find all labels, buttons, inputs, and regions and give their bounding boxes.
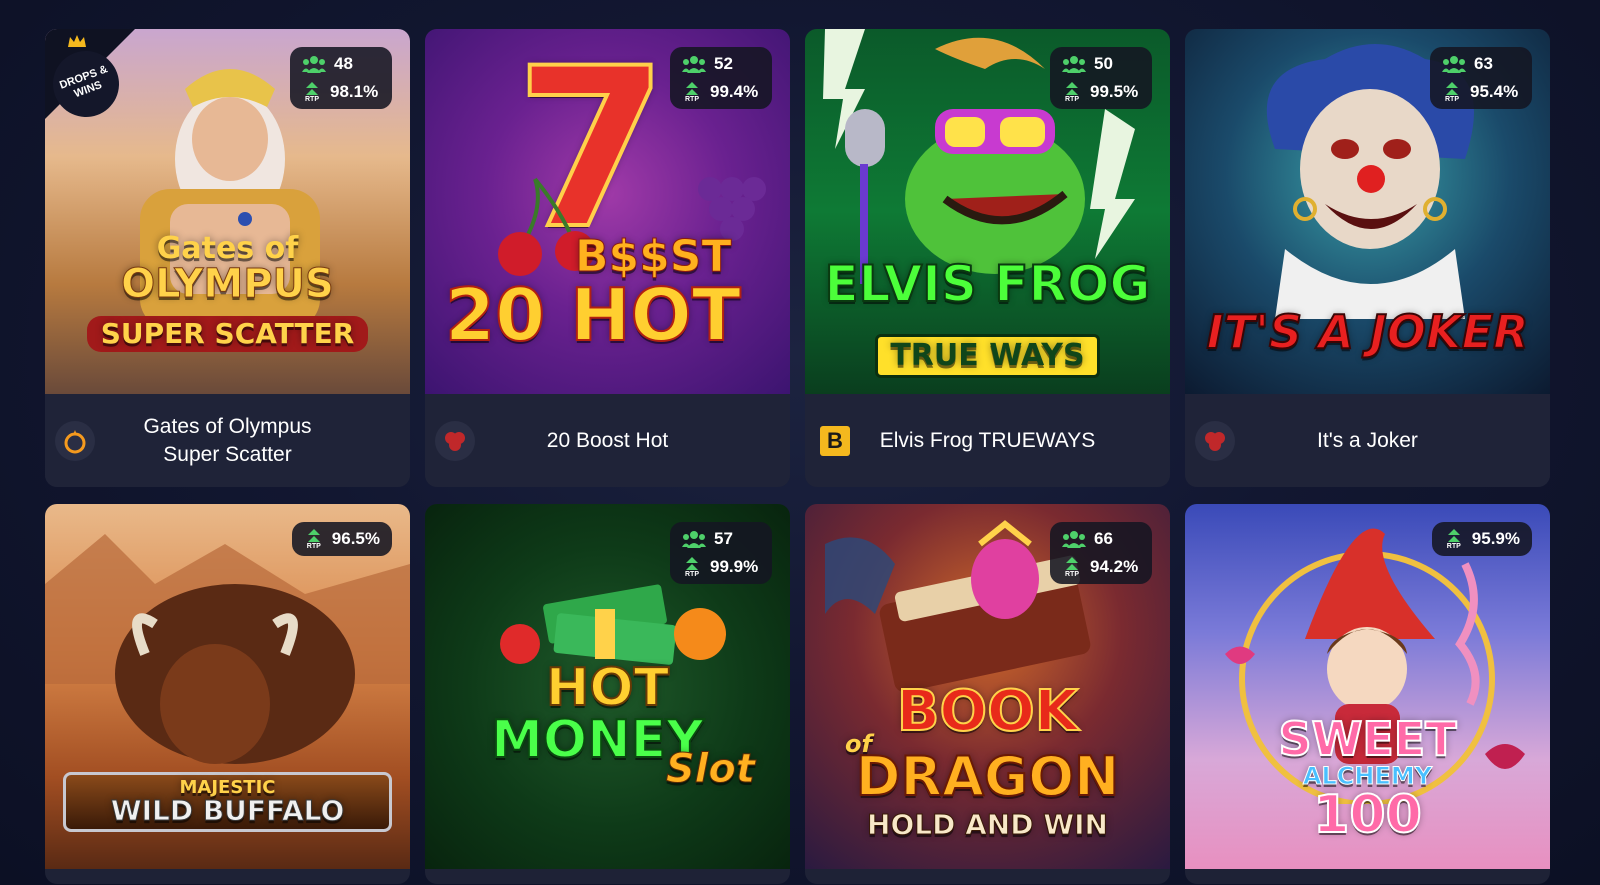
art-title-line: Slot [665,746,755,792]
art-title-line: HOLD AND WIN [867,808,1109,841]
rtp-value: 94.2% [1090,557,1139,576]
rtp-arrow-icon: RTP [1062,81,1082,103]
rtp-value: 99.4% [710,82,759,101]
players-icon [1062,56,1086,73]
game-card-20-boost-hot[interactable]: 7 B$$ST 20 HOT 52 RTP 99.4% 20 Boost Hot [425,29,790,487]
game-card-footer: Gates of Olympus Super Scatter [45,394,410,487]
game-card-majestic-wild-buffalo[interactable]: MAJESTIC WILD BUFFALO RTP 96.5% [45,504,410,884]
game-stats: 66 RTP 94.2% [1050,522,1152,584]
game-title[interactable]: Elvis Frog TRUEWAYS [805,427,1170,455]
game-thumbnail[interactable]: BOOK of DRAGON HOLD AND WIN 66 RTP 94.2% [805,504,1170,869]
art-title-line: HOT [545,658,670,718]
players-icon [1062,531,1086,548]
game-thumbnail[interactable]: SWEET ALCHEMY 100 RTP 95.9% [1185,504,1550,869]
pragmatic-play-icon [55,420,95,461]
game-card-gates-of-olympus[interactable]: Gates of OLYMPUS SUPER SCATTER DROPS & W… [45,29,410,487]
art-title-line: ELVIS FROG [823,255,1151,313]
art-title-line: IT'S A JOKER [1205,305,1529,359]
game-card-footer: B Elvis Frog TRUEWAYS [805,394,1170,487]
art-title-line: WILD BUFFALO [110,794,345,827]
players-icon [302,56,326,73]
rtp-arrow-icon: RTP [1444,528,1464,550]
bgaming-b-icon: B [820,425,850,456]
rtp-value: 99.5% [1090,82,1139,101]
game-card-footer: It's a Joker [1185,394,1550,487]
spade-provider-icon [1195,420,1235,461]
rtp-value: 96.5% [331,529,380,548]
game-stats: RTP 95.9% [1431,522,1532,556]
players-count: 50 [1094,54,1113,73]
game-title[interactable]: Gates of Olympus Super Scatter [45,413,410,469]
provider-letter: B [827,427,843,453]
art-title-line: OLYMPUS [121,261,335,307]
crown-icon [68,35,86,47]
game-stats: RTP 96.5% [291,522,392,556]
game-stats: 48 RTP 98.1% [290,47,392,109]
rtp-value: 95.9% [1471,529,1520,548]
game-card-footer: 20 Boost Hot [425,394,790,487]
game-stats: 52 RTP 99.4% [670,47,772,109]
art-title-line: 20 HOT [444,273,742,357]
rtp-arrow-icon: RTP [304,528,324,550]
game-card-sweet-alchemy-100[interactable]: SWEET ALCHEMY 100 RTP 95.9% [1185,504,1550,884]
players-count: 52 [714,54,733,73]
art-title-line: SUPER SCATTER [86,316,369,352]
art-title-line: 100 [1312,785,1423,845]
game-stats: 57 RTP 99.9% [670,522,772,584]
art-title-line: Gates of [156,231,299,266]
game-grid: Gates of OLYMPUS SUPER SCATTER DROPS & W… [45,29,1550,884]
rtp-value: 98.1% [330,82,379,101]
game-card-its-a-joker[interactable]: IT'S A JOKER 63 RTP 95.4% It's a Joker [1185,29,1550,487]
game-card-elvis-frog[interactable]: ELVIS FROG TRUE WAYS 50 RTP 99.5% B Elvi… [805,29,1170,487]
spade-provider-icon [435,420,475,461]
players-count: 66 [1094,529,1113,548]
art-title-line: SWEET [1277,712,1457,766]
players-count: 48 [334,54,353,73]
rtp-arrow-icon: RTP [682,81,702,103]
rtp-arrow-icon: RTP [302,81,322,103]
game-thumbnail[interactable]: MAJESTIC WILD BUFFALO RTP 96.5% [45,504,410,869]
players-icon [682,531,706,548]
players-icon [682,56,706,73]
game-thumbnail[interactable]: Gates of OLYMPUS SUPER SCATTER DROPS & W… [45,29,410,394]
rtp-arrow-icon: RTP [1062,556,1082,578]
rtp-arrow-icon: RTP [1442,81,1462,103]
game-thumbnail[interactable]: 7 B$$ST 20 HOT 52 RTP 99.4% [425,29,790,394]
game-title[interactable]: 20 Boost Hot [425,427,790,455]
art-title-line: DRAGON [855,745,1121,808]
game-card-hot-money-slot[interactable]: HOT MONEY Slot 57 RTP 99.9% [425,504,790,884]
players-icon [1442,56,1466,73]
game-stats: 50 RTP 99.5% [1050,47,1152,109]
players-count: 63 [1474,54,1493,73]
game-thumbnail[interactable]: HOT MONEY Slot 57 RTP 99.9% [425,504,790,869]
game-thumbnail[interactable]: IT'S A JOKER 63 RTP 95.4% [1185,29,1550,394]
game-card-book-of-dragon[interactable]: BOOK of DRAGON HOLD AND WIN 66 RTP 94.2% [805,504,1170,884]
rtp-value: 99.9% [710,557,759,576]
game-thumbnail[interactable]: ELVIS FROG TRUE WAYS 50 RTP 99.5% [805,29,1170,394]
rtp-value: 95.4% [1470,82,1519,101]
game-stats: 63 RTP 95.4% [1430,47,1532,109]
art-title-line: TRUE WAYS [875,334,1100,378]
players-count: 57 [714,529,733,548]
game-title[interactable]: It's a Joker [1185,427,1550,455]
drops-wins-badge: DROPS & WINS [45,29,135,127]
rtp-arrow-icon: RTP [682,556,702,578]
